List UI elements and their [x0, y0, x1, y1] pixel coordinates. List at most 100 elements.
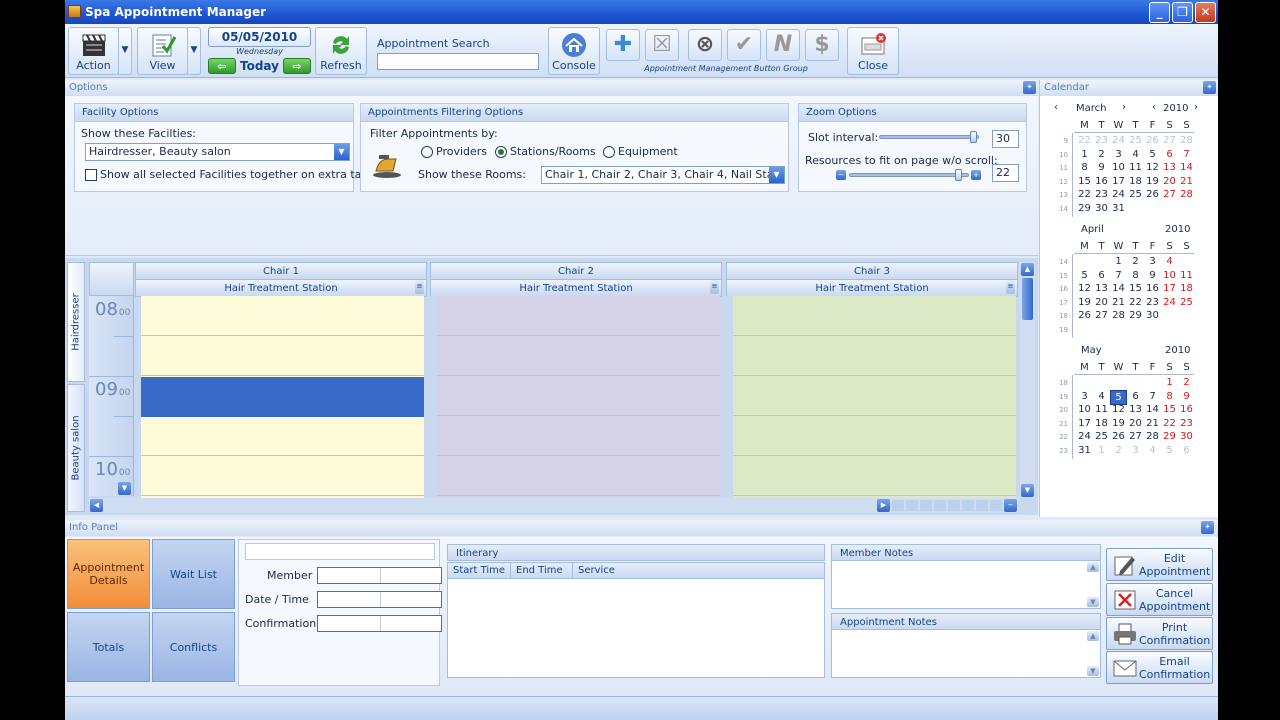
next-year-icon[interactable]: › [1194, 102, 1198, 113]
calendar-day[interactable]: 13 [1127, 403, 1144, 416]
calendar-day[interactable]: 2 [1178, 376, 1195, 389]
calendar-day[interactable]: 19 [1076, 296, 1093, 309]
refresh-button[interactable]: Refresh [315, 27, 367, 75]
action-button[interactable]: Action [68, 27, 119, 75]
calendar-day[interactable]: 18 [1178, 282, 1195, 295]
member-notes-box[interactable]: ▲ ▼ [831, 560, 1101, 609]
scroll-up-button[interactable]: ▲ [1021, 263, 1034, 276]
calendar-day[interactable]: 26 [1076, 309, 1093, 322]
calendar-day[interactable]: 6 [1093, 269, 1110, 282]
slot-interval-input[interactable]: 30 [992, 130, 1019, 148]
restore-button[interactable]: ❐ [1172, 2, 1193, 23]
calendar-day[interactable]: 1 [1076, 148, 1093, 161]
calendar-day[interactable]: 27 [1161, 134, 1178, 147]
calendar-day[interactable]: 24 [1110, 188, 1127, 201]
calendar-day[interactable]: 31 [1076, 444, 1093, 457]
calendar-day[interactable]: 15 [1076, 175, 1093, 188]
calendar-day[interactable]: 24 [1076, 430, 1093, 443]
console-button[interactable]: Console [548, 27, 600, 75]
calendar-day[interactable]: 31 [1110, 202, 1127, 215]
calendar-day[interactable]: 30 [1093, 202, 1110, 215]
calendar-day[interactable]: 18 [1093, 417, 1110, 430]
calendar-day[interactable]: 25 [1127, 134, 1144, 147]
current-date[interactable]: 05/05/2010 [208, 27, 311, 47]
calendar-day[interactable]: 30 [1178, 430, 1195, 443]
appointment-notes-scroll-down[interactable]: ▼ [1087, 666, 1099, 676]
calendar-day[interactable]: 26 [1144, 134, 1161, 147]
calendar-day[interactable]: 11 [1093, 403, 1110, 416]
tab-beauty-salon[interactable]: Beauty salon [67, 384, 85, 512]
station-menu-1[interactable]: ≡ [415, 280, 424, 294]
calendar-day[interactable]: 9 [1093, 161, 1110, 174]
edit-appointment-button[interactable]: Edit Appointment [1106, 548, 1213, 581]
column-body-chair-2[interactable] [437, 296, 720, 498]
itinerary-col-start[interactable]: Start Time [453, 563, 505, 579]
equipment-radio[interactable] [603, 146, 615, 158]
providers-radio[interactable] [421, 146, 433, 158]
calendar-day[interactable]: 16 [1093, 175, 1110, 188]
resources-input[interactable]: 22 [992, 164, 1019, 182]
calendar-day[interactable]: 28 [1178, 188, 1195, 201]
time-scroll-down-button[interactable]: ▼ [118, 482, 131, 495]
today-button[interactable]: Today [236, 59, 283, 73]
calendar-day[interactable]: 27 [1127, 430, 1144, 443]
calendar-day[interactable]: 29 [1076, 202, 1093, 215]
resources-slider[interactable] [849, 169, 969, 181]
calendar-day[interactable]: 12 [1110, 403, 1127, 416]
calendar-day[interactable]: 23 [1093, 134, 1110, 147]
tab-hairdresser[interactable]: Hairdresser [67, 262, 85, 382]
selected-time-slot[interactable] [141, 377, 424, 417]
stations-radio[interactable] [495, 146, 507, 158]
calendar-day[interactable]: 2 [1093, 148, 1110, 161]
note-button[interactable]: N [766, 29, 800, 61]
resources-decrease-button[interactable]: − [836, 170, 846, 180]
calendar-day[interactable]: 23 [1178, 417, 1195, 430]
calendar-day[interactable]: 4 [1093, 390, 1110, 403]
calendar-day[interactable]: 27 [1093, 309, 1110, 322]
slot-interval-thumb[interactable] [970, 131, 978, 143]
scroll-left-button[interactable]: ◀ [90, 499, 103, 512]
calendar-day[interactable]: 8 [1076, 161, 1093, 174]
horizontal-scrollbar[interactable]: ◀ ▶ − [89, 498, 1019, 513]
resources-thumb[interactable] [955, 169, 963, 181]
calendar-day[interactable]: 28 [1178, 134, 1195, 147]
calendar-day[interactable]: 22 [1076, 188, 1093, 201]
calendar-day[interactable]: 11 [1178, 269, 1195, 282]
calendar-day[interactable]: 14 [1110, 282, 1127, 295]
calendar-day[interactable]: 30 [1144, 309, 1161, 322]
view-dropdown[interactable]: ▼ [187, 27, 201, 75]
calendar-day[interactable]: 29 [1161, 430, 1178, 443]
rooms-select[interactable]: Chair 1, Chair 2, Chair 3, Chair 4, Nail… [541, 166, 785, 184]
calendar-day[interactable]: 22 [1076, 134, 1093, 147]
member-field[interactable] [317, 567, 442, 584]
info-collapse-button[interactable]: ✦ [1201, 521, 1214, 534]
scroll-down-button[interactable]: ▼ [1021, 484, 1034, 497]
extra-tab-checkbox[interactable] [85, 169, 97, 181]
prev-year-icon[interactable]: ‹ [1152, 102, 1156, 113]
calendar-day[interactable]: 19 [1110, 417, 1127, 430]
calendar-day[interactable]: 7 [1144, 390, 1161, 403]
calendar-day[interactable]: 20 [1127, 417, 1144, 430]
calendar-day[interactable]: 20 [1161, 175, 1178, 188]
next-month-icon[interactable]: › [1122, 102, 1126, 113]
calendar-day[interactable]: 21 [1110, 296, 1127, 309]
calendar-day[interactable]: 13 [1093, 282, 1110, 295]
calendar-day[interactable]: 12 [1076, 282, 1093, 295]
calendar-day[interactable]: 23 [1093, 188, 1110, 201]
payment-button[interactable]: $ [805, 29, 839, 61]
calendar-day[interactable]: 9 [1178, 390, 1195, 403]
calendar-day[interactable]: 17 [1161, 282, 1178, 295]
calendar-day[interactable]: 15 [1127, 282, 1144, 295]
page-indicator[interactable] [892, 500, 1002, 511]
zoom-out-button[interactable]: − [1004, 499, 1017, 512]
calendar-day[interactable]: 13 [1161, 161, 1178, 174]
email-confirmation-button[interactable]: Email Confirmation [1106, 651, 1213, 684]
calendar-day[interactable]: 2 [1110, 444, 1127, 457]
totals-tab[interactable]: Totals [67, 612, 150, 682]
calendar-day[interactable]: 1 [1110, 255, 1127, 268]
calendar-day[interactable]: 28 [1110, 309, 1127, 322]
delete-appointment-button[interactable]: ☒ [645, 29, 679, 61]
calendar-day[interactable]: 3 [1127, 444, 1144, 457]
calendar-day[interactable]: 26 [1144, 188, 1161, 201]
calendar-day[interactable]: 4 [1161, 255, 1178, 268]
